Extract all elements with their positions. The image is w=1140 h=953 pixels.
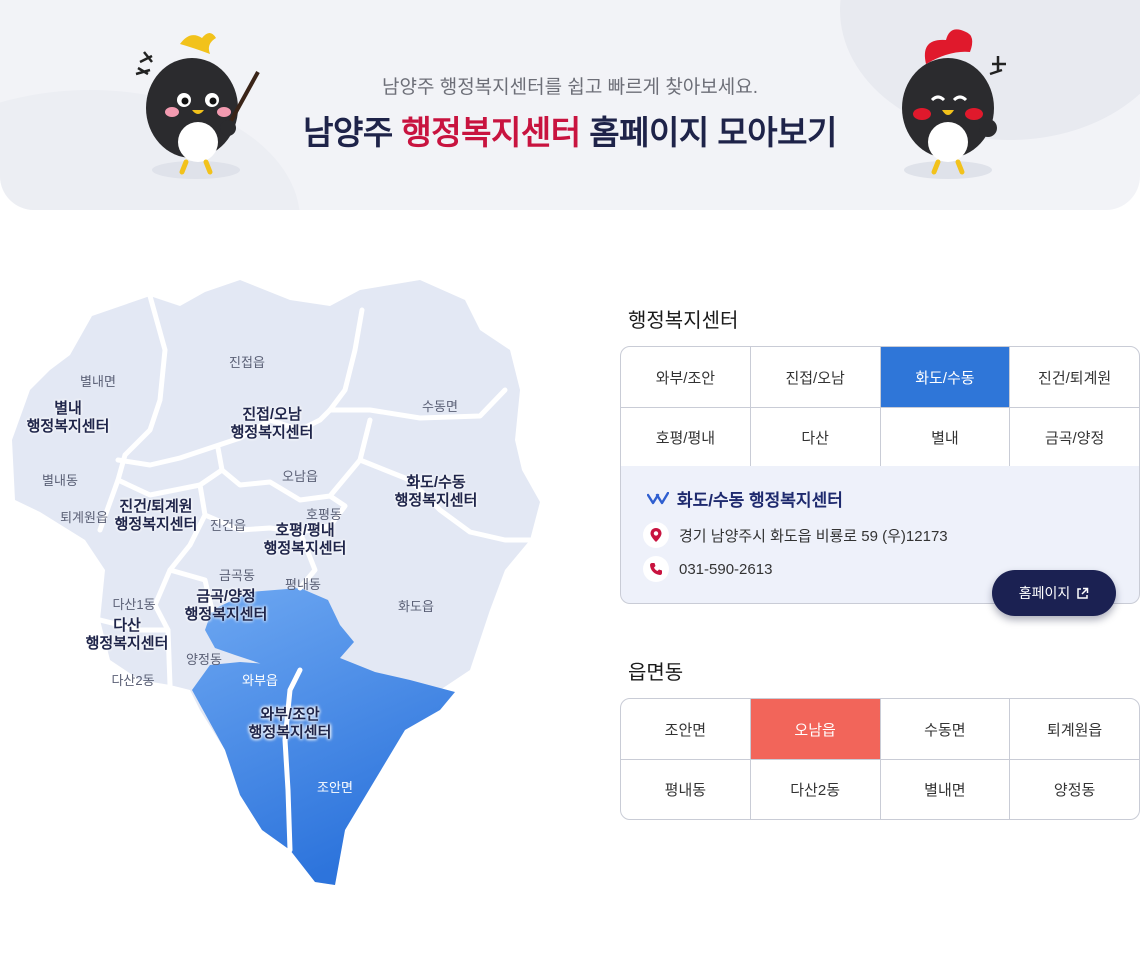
map-center-label-name: 금곡/양정 <box>196 588 256 605</box>
map-area-label: 금곡동 <box>219 568 255 583</box>
map-center-label-suffix: 행정복지센터 <box>114 516 198 533</box>
external-link-icon <box>1077 587 1089 599</box>
centers-section-title: 행정복지센터 <box>628 310 739 332</box>
center-tab[interactable]: 진건/퇴계원 <box>1009 347 1139 407</box>
center-phone[interactable]: 031-590-2613 <box>679 561 772 578</box>
town-row: 조안면 오남읍 수동면 퇴계원읍 <box>621 699 1139 759</box>
map-area-label: 와부읍 <box>242 673 278 688</box>
homepage-button-label: 홈페이지 <box>1018 585 1071 601</box>
map-center-label-suffix: 행정복지센터 <box>85 635 169 652</box>
map-area-label: 평내동 <box>285 577 321 592</box>
map-center-label-suffix: 행정복지센터 <box>26 418 110 435</box>
town-tab[interactable]: 평내동 <box>621 760 750 819</box>
map-center-label-name: 호평/평내 <box>275 522 335 539</box>
map-area-label: 수동면 <box>422 399 458 414</box>
homepage-button[interactable]: 홈페이지 <box>992 570 1116 616</box>
map-center-label[interactable]: 금곡/양정 행정복지센터 <box>185 588 268 624</box>
chevron-double-icon <box>647 491 669 504</box>
map-center-label[interactable]: 다산 행정복지센터 <box>86 617 169 653</box>
center-detail-heading: 화도/수동 행정복지센터 <box>647 486 843 511</box>
map-area-label: 진접읍 <box>229 355 265 370</box>
map-area-label: 다산2동 <box>111 673 155 688</box>
map-area-label: 퇴계원읍 <box>60 510 108 525</box>
map-center-label-suffix: 행정복지센터 <box>248 724 332 741</box>
center-row: 호평/평내 다산 별내 금곡/양정 <box>621 407 1139 467</box>
town-tab[interactable]: 별내면 <box>879 760 1010 819</box>
center-tab[interactable]: 화도/수동 <box>879 347 1010 407</box>
map-area-label: 호평동 <box>306 507 342 522</box>
map-center-label-name: 진접/오남 <box>242 406 302 423</box>
town-tab[interactable]: 수동면 <box>879 699 1010 759</box>
center-tab[interactable]: 금곡/양정 <box>1009 408 1139 467</box>
banner-title-highlight: 행정복지센터 <box>401 114 581 151</box>
map-center-label[interactable]: 별내 행정복지센터 <box>27 400 110 436</box>
map-center-label-name: 와부/조안 <box>260 706 320 723</box>
towns-section-title: 읍면동 <box>628 662 684 684</box>
town-tab[interactable]: 오남읍 <box>749 699 880 759</box>
center-detail-title: 화도/수동 행정복지센터 <box>677 491 843 510</box>
map-area-label: 별내면 <box>80 374 116 389</box>
center-address: 경기 남양주시 화도읍 비룡로 59 (우)12173 <box>679 527 948 545</box>
map-center-label-name: 별내 <box>54 400 82 417</box>
map-center-label-suffix: 행정복지센터 <box>263 540 347 557</box>
map-center-label-suffix: 행정복지센터 <box>230 424 314 441</box>
center-tab[interactable]: 와부/조안 <box>621 347 750 407</box>
map-area-label: 진건읍 <box>210 518 246 533</box>
town-tab[interactable]: 퇴계원읍 <box>1009 699 1139 759</box>
towns-tab-grid: 조안면 오남읍 수동면 퇴계원읍 평내동 다산2동 별내면 양정동 <box>620 698 1140 820</box>
map-center-label[interactable]: 와부/조안 행정복지센터 <box>249 706 332 742</box>
location-pin-icon <box>643 522 669 548</box>
town-tab[interactable]: 조안면 <box>621 699 750 759</box>
phone-icon <box>643 556 669 582</box>
center-tab[interactable]: 별내 <box>879 408 1010 467</box>
center-phone-row: 031-590-2613 <box>643 556 772 582</box>
center-tab[interactable]: 다산 <box>749 408 880 467</box>
district-map-svg <box>12 280 540 885</box>
center-tab[interactable]: 호평/평내 <box>621 408 750 467</box>
centers-tab-grid: 와부/조안 진접/오남 화도/수동 진건/퇴계원 호평/평내 다산 별내 금곡/양정 <box>620 346 1140 468</box>
map-area-label: 별내동 <box>42 473 78 488</box>
banner-title-prefix: 남양주 <box>303 114 402 151</box>
map-center-label[interactable]: 진건/퇴계원 행정복지센터 <box>115 498 198 534</box>
map-center-label-name: 다산 <box>113 617 141 634</box>
namyangju-map: 진접읍별내면수동면별내동 오남읍퇴계원읍 호평동진건읍금곡동평내동다산1동 화도읍양정… <box>0 270 560 910</box>
town-tab[interactable]: 다산2동 <box>749 760 880 819</box>
map-center-label-name: 진건/퇴계원 <box>119 498 193 515</box>
town-row: 평내동 다산2동 별내면 양정동 <box>621 759 1139 819</box>
town-tab[interactable]: 양정동 <box>1009 760 1139 819</box>
map-area-label: 조안면 <box>317 780 353 795</box>
map-area-label: 오남읍 <box>282 469 318 484</box>
center-row: 와부/조안 진접/오남 화도/수동 진건/퇴계원 <box>621 347 1139 407</box>
map-center-label-suffix: 행정복지센터 <box>184 606 268 623</box>
mascot-right-image <box>902 29 1006 179</box>
map-area-label: 다산1동 <box>112 597 156 612</box>
map-center-label-name: 화도/수동 <box>406 474 466 491</box>
map-area-label: 화도읍 <box>398 599 434 614</box>
map-center-label-suffix: 행정복지센터 <box>394 492 478 509</box>
map-center-label[interactable]: 호평/평내 행정복지센터 <box>264 522 347 558</box>
center-tab[interactable]: 진접/오남 <box>749 347 880 407</box>
map-center-label[interactable]: 화도/수동 행정복지센터 <box>395 474 478 510</box>
map-center-label[interactable]: 진접/오남 행정복지센터 <box>231 406 314 442</box>
banner-title-suffix: 홈페이지 모아보기 <box>580 114 837 151</box>
center-address-row: 경기 남양주시 화도읍 비룡로 59 (우)12173 <box>643 522 948 548</box>
header-banner: 남양주 행정복지센터를 쉽고 빠르게 찾아보세요. 남양주 행정복지센터 홈페이… <box>0 0 1140 210</box>
map-area-label: 양정동 <box>186 652 222 667</box>
